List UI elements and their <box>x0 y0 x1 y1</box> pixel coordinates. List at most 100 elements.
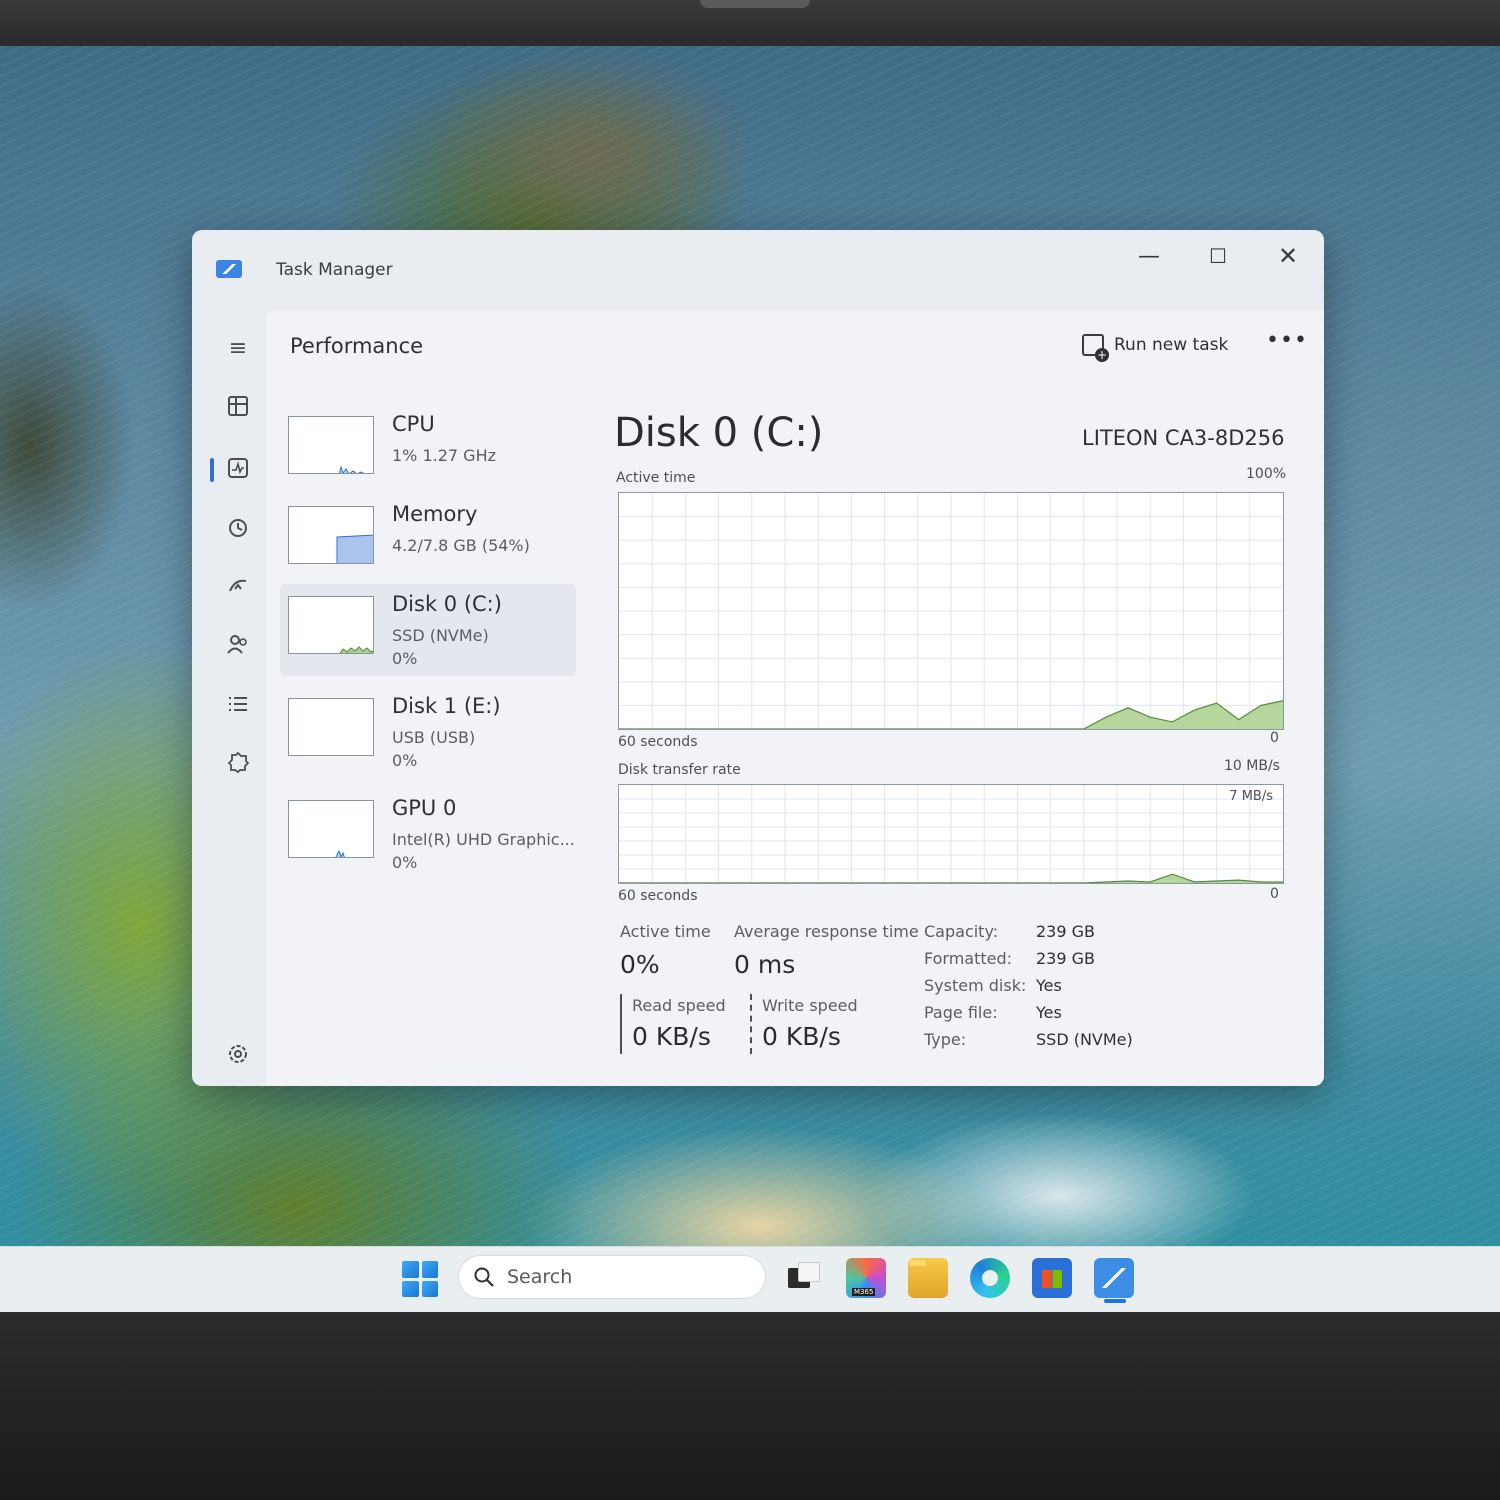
prop-label: Formatted: <box>924 949 1013 968</box>
detail-title: Disk 0 (C:) <box>614 410 824 456</box>
transfer-rate-chart <box>618 785 1284 884</box>
store-icon[interactable] <box>1032 1258 1072 1298</box>
data-point <box>1238 718 1240 721</box>
prop-label: Type: <box>924 1030 967 1049</box>
data-point <box>1105 716 1107 718</box>
prop-value: Yes <box>1036 1003 1062 1022</box>
users-icon[interactable] <box>220 626 256 662</box>
write-speed-indicator <box>750 994 752 1054</box>
run-new-task-icon <box>1082 334 1109 362</box>
resource-cpu[interactable]: CPU 1% 1.27 GHz <box>280 404 576 496</box>
data-point <box>1127 880 1129 882</box>
disk-0-thumbnail-graph <box>288 596 374 654</box>
cpu-thumbnail-graph <box>288 416 374 474</box>
run-new-task-button[interactable]: Run new task <box>1082 326 1228 364</box>
data-point <box>1193 709 1196 711</box>
data-point <box>1171 721 1173 723</box>
resource-usage: 0% <box>392 751 418 770</box>
start-icon[interactable] <box>402 1261 438 1297</box>
resource-usage: 0% <box>392 853 418 872</box>
performance-icon[interactable] <box>220 450 256 486</box>
disk-1-thumbnail-graph <box>288 698 374 756</box>
microsoft-365-icon[interactable]: M365 <box>846 1258 886 1298</box>
data-point <box>1238 879 1240 881</box>
memory-thumbnail-graph <box>288 506 374 564</box>
disk-model: LITEON CA3-8D256 <box>1082 426 1285 450</box>
maximize-button[interactable]: ☐ <box>1196 238 1240 274</box>
edge-icon[interactable] <box>970 1258 1010 1298</box>
startup-apps-icon[interactable] <box>220 568 256 604</box>
transfer-graph-label: Disk transfer rate <box>618 762 741 778</box>
data-point <box>1127 707 1129 709</box>
data-point <box>1105 881 1107 883</box>
read-speed-indicator <box>620 994 622 1054</box>
run-new-task-label: Run new task <box>1114 335 1229 355</box>
m365-badge: M365 <box>852 1288 876 1296</box>
navigation-rail: ≡ <box>210 320 272 1086</box>
data-point <box>1193 881 1196 883</box>
active-time-graph-label: Active time <box>616 470 696 486</box>
data-point <box>1149 881 1151 883</box>
avg-response-label: Average response time <box>734 922 919 941</box>
data-point <box>1149 716 1151 718</box>
resource-name: Disk 1 (E:) <box>392 694 501 718</box>
prop-value: Yes <box>1036 976 1062 995</box>
read-speed-value: 0 KB/s <box>632 1022 711 1051</box>
resource-usage: 4.2/7.8 GB (54%) <box>392 536 530 555</box>
write-speed-label: Write speed <box>762 996 858 1015</box>
task-manager-icon[interactable] <box>1094 1258 1134 1298</box>
processes-icon[interactable] <box>220 388 256 424</box>
active-time-graph-max: 100% <box>1246 466 1287 482</box>
file-explorer-icon[interactable] <box>908 1258 948 1298</box>
data-point <box>1216 702 1218 704</box>
page-title: Performance <box>290 334 424 358</box>
read-speed-label: Read speed <box>632 996 726 1015</box>
services-icon[interactable] <box>220 744 256 780</box>
taskbar-search-box[interactable]: Search <box>458 1255 766 1299</box>
gpu-0-thumbnail-graph <box>288 800 374 858</box>
resource-name: GPU 0 <box>392 796 457 820</box>
resource-name: Disk 0 (C:) <box>392 592 502 616</box>
more-options-button[interactable]: ••• <box>1266 328 1308 353</box>
prop-value: 239 GB <box>1036 922 1095 941</box>
performance-panel: Performance Run new task ••• CPU 1% 1.27… <box>266 310 1324 1086</box>
details-icon[interactable] <box>220 686 256 722</box>
resource-memory[interactable]: Memory 4.2/7.8 GB (54%) <box>280 494 576 586</box>
transfer-graph-max: 10 MB/s <box>1224 758 1280 774</box>
active-time-graph-min: 0 <box>1270 730 1279 746</box>
active-nav-indicator <box>210 458 214 482</box>
active-time-value: 0% <box>620 950 660 979</box>
resource-type: USB (USB) <box>392 728 476 747</box>
avg-response-value: 0 ms <box>734 950 796 979</box>
transfer-graph-min: 0 <box>1270 886 1279 902</box>
resource-type: Intel(R) UHD Graphic... <box>392 830 575 849</box>
task-manager-app-icon <box>216 260 242 278</box>
prop-label: Capacity: <box>924 922 999 941</box>
resource-disk-1[interactable]: Disk 1 (E:) USB (USB) 0% <box>280 686 576 778</box>
resource-type: SSD (NVMe) <box>392 626 489 645</box>
screen-bezel-bottom <box>0 1312 1500 1500</box>
resource-usage: 1% 1.27 GHz <box>392 446 497 465</box>
hamburger-icon[interactable]: ≡ <box>220 330 256 366</box>
prop-value: SSD (NVMe) <box>1036 1030 1133 1049</box>
close-button[interactable]: ✕ <box>1266 238 1310 274</box>
task-manager-window: Task Manager — ☐ ✕ ≡ Performance + Run n… <box>192 230 1324 1086</box>
task-view-icon[interactable] <box>784 1258 824 1298</box>
data-point <box>1171 873 1173 875</box>
write-speed-value: 0 KB/s <box>762 1022 841 1051</box>
search-placeholder: Search <box>507 1266 573 1288</box>
resource-disk-0[interactable]: Disk 0 (C:) SSD (NVMe) 0% <box>280 584 576 676</box>
active-time-chart <box>618 493 1284 730</box>
prop-value: 239 GB <box>1036 949 1095 968</box>
prop-label: System disk: <box>924 976 1027 995</box>
resource-gpu-0[interactable]: GPU 0 Intel(R) UHD Graphic... 0% <box>280 788 576 880</box>
transfer-graph-span: 60 seconds <box>618 888 698 904</box>
settings-icon[interactable] <box>220 1036 256 1072</box>
data-point <box>1260 704 1262 706</box>
transfer-graph-inner-max: 7 MB/s <box>1229 789 1273 804</box>
app-history-icon[interactable] <box>220 510 256 546</box>
transfer-rate-graph: 7 MB/s <box>618 784 1284 884</box>
window-title: Task Manager <box>276 260 393 280</box>
minimize-button[interactable]: — <box>1127 238 1171 274</box>
data-point <box>1260 881 1262 883</box>
